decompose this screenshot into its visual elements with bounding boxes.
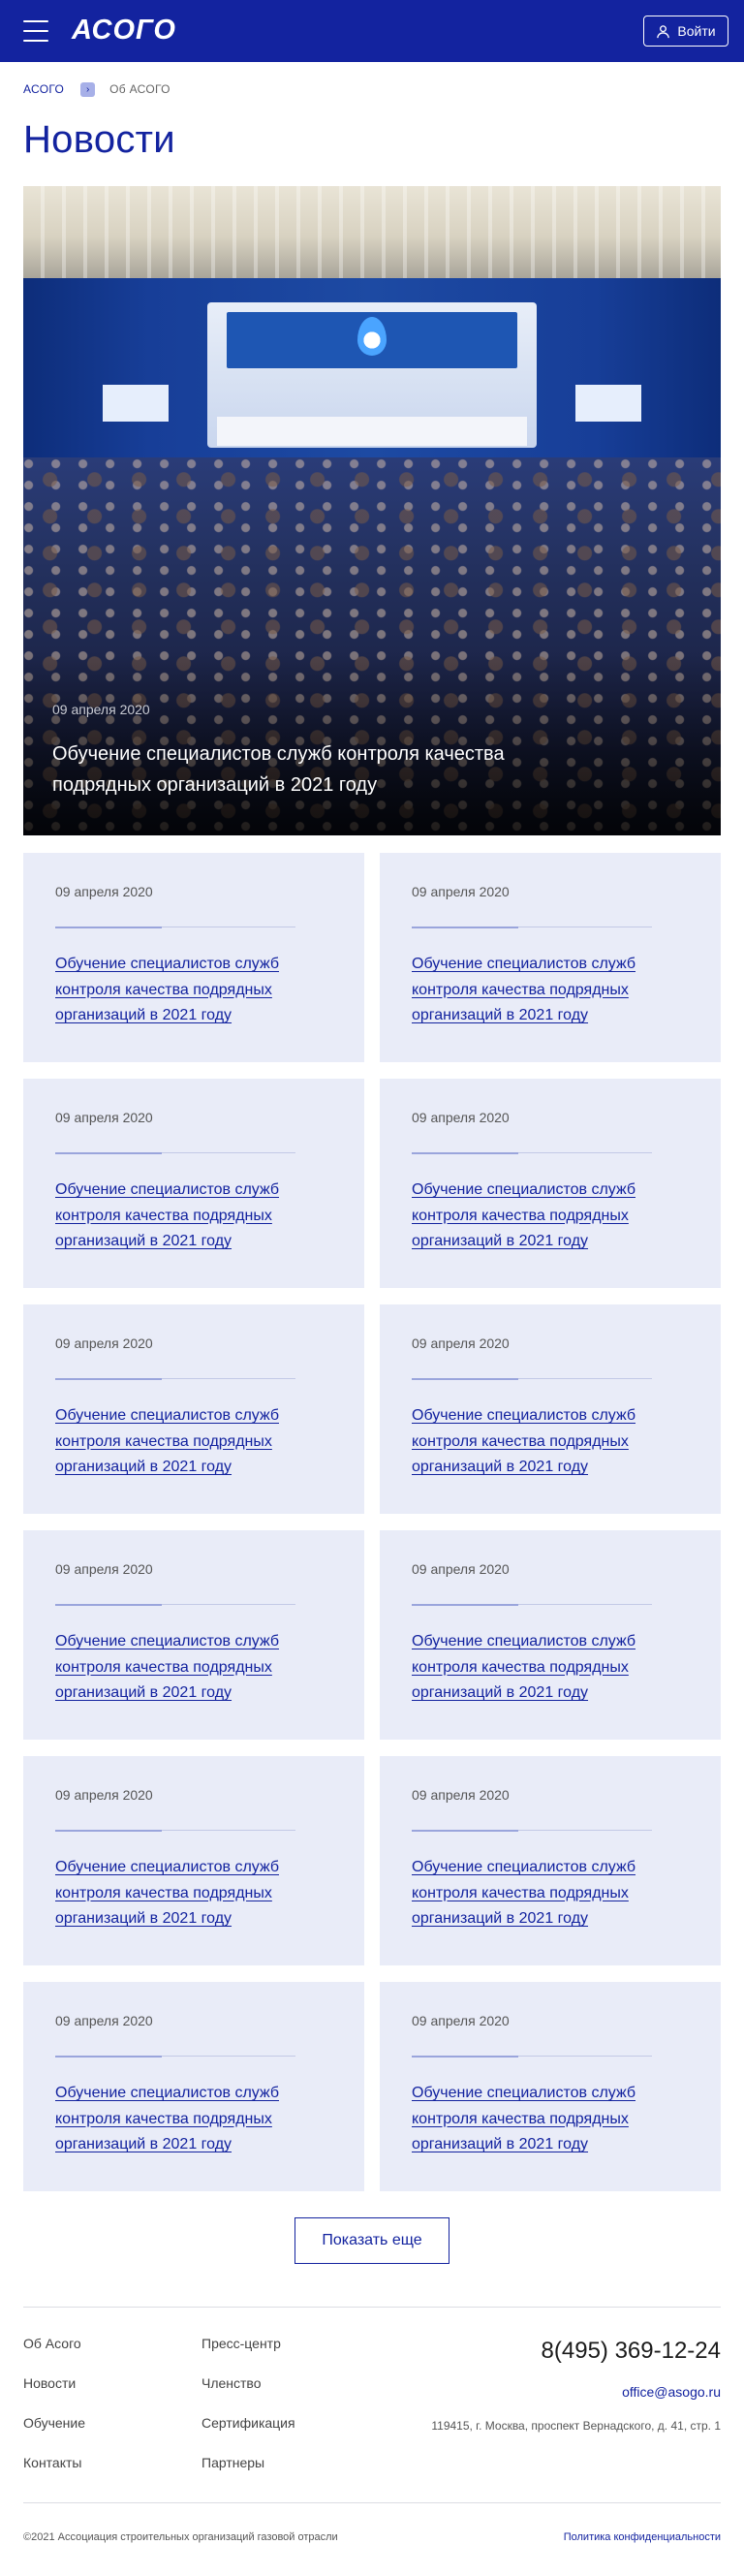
news-divider — [412, 1151, 652, 1154]
news-card[interactable]: 09 апреля 2020 Обучение специалистов служ… — [380, 1530, 721, 1740]
news-divider — [412, 1603, 652, 1606]
breadcrumb-separator-icon: › — [80, 81, 96, 97]
news-date: 09 апреля 2020 — [55, 2013, 153, 2028]
login-label: Войти — [677, 23, 716, 39]
news-divider — [55, 1151, 295, 1154]
news-divider — [55, 1829, 295, 1832]
news-date: 09 апреля 2020 — [55, 1110, 153, 1125]
news-title-link[interactable]: Обучение специалистов служб контроля кач… — [55, 1178, 307, 1255]
privacy-policy-link[interactable]: Политика конфиденциальности — [564, 2531, 721, 2543]
news-date: 09 апреля 2020 — [412, 1561, 510, 1577]
news-title-link[interactable]: Обучение специалистов служб контроля кач… — [55, 1403, 307, 1481]
footer-link-membership[interactable]: Членство — [202, 2373, 295, 2413]
footer-link-news[interactable]: Новости — [23, 2373, 85, 2413]
menu-icon-line — [23, 40, 48, 42]
menu-icon[interactable] — [23, 20, 48, 42]
news-title-link[interactable]: Обучение специалистов служб контроля кач… — [55, 2081, 307, 2158]
news-date: 09 апреля 2020 — [412, 884, 510, 899]
site-header: АСОГО Войти — [0, 0, 744, 62]
hero-image-screen — [575, 385, 641, 422]
news-date: 09 апреля 2020 — [55, 1787, 153, 1803]
footer-link-contacts[interactable]: Контакты — [23, 2453, 85, 2493]
news-title-link[interactable]: Обучение специалистов служб контроля кач… — [412, 1855, 664, 1932]
page-title: Новости — [23, 118, 175, 161]
show-more-button[interactable]: Показать еще — [294, 2217, 450, 2264]
footer-phone[interactable]: 8(495) 369-12-24 — [542, 2338, 721, 2365]
news-date: 09 апреля 2020 — [412, 1110, 510, 1125]
news-title-link[interactable]: Обучение специалистов служб контроля кач… — [412, 952, 664, 1029]
news-title-link[interactable]: Обучение специалистов служб контроля кач… — [412, 1178, 664, 1255]
footer-divider — [23, 2307, 721, 2308]
news-card[interactable]: 09 апреля 2020 Обучение специалистов служ… — [380, 1756, 721, 1965]
footer-email-link[interactable]: office@asogo.ru — [622, 2384, 721, 2400]
news-card[interactable]: 09 апреля 2020 Обучение специалистов служ… — [380, 853, 721, 1062]
news-divider — [55, 1603, 295, 1606]
user-icon — [657, 24, 670, 38]
footer-link-press[interactable]: Пресс-центр — [202, 2334, 295, 2373]
news-divider — [412, 1377, 652, 1380]
news-card[interactable]: 09 апреля 2020 Обучение специалистов служ… — [380, 1079, 721, 1288]
footer-copyright: ©2021 Ассоциация строительных организаци… — [23, 2531, 338, 2543]
news-date: 09 апреля 2020 — [55, 1335, 153, 1351]
news-card[interactable]: 09 апреля 2020 Обучение специалистов служ… — [23, 1530, 364, 1740]
news-card[interactable]: 09 апреля 2020 Обучение специалистов служ… — [23, 1982, 364, 2191]
news-divider — [412, 1829, 652, 1832]
footer-nav-primary: Об Асого Новости Обучение Контакты — [23, 2334, 85, 2493]
hero-image-table — [217, 417, 527, 446]
news-title-link[interactable]: Обучение специалистов служб контроля кач… — [412, 2081, 664, 2158]
menu-icon-line — [23, 20, 48, 22]
news-title-link[interactable]: Обучение специалистов служб контроля кач… — [55, 1855, 307, 1932]
login-button[interactable]: Войти — [643, 16, 728, 47]
news-card[interactable]: 09 апреля 2020 Обучение специалистов служ… — [23, 1304, 364, 1514]
hero-title-link[interactable]: Обучение специалистов служб контроля кач… — [52, 738, 575, 801]
news-date: 09 апреля 2020 — [412, 1335, 510, 1351]
news-title-link[interactable]: Обучение специалистов служб контроля кач… — [55, 952, 307, 1029]
news-divider — [55, 2055, 295, 2058]
breadcrumb-current: Об АСОГО — [109, 82, 170, 96]
news-date: 09 апреля 2020 — [55, 884, 153, 899]
news-card[interactable]: 09 апреля 2020 Обучение специалистов служ… — [380, 1304, 721, 1514]
hero-date: 09 апреля 2020 — [52, 702, 150, 717]
news-card[interactable]: 09 апреля 2020 Обучение специалистов служ… — [23, 1079, 364, 1288]
news-title-link[interactable]: Обучение специалистов служб контроля кач… — [412, 1403, 664, 1481]
news-title-link[interactable]: Обучение специалистов служб контроля кач… — [412, 1629, 664, 1707]
news-card[interactable]: 09 апреля 2020 Обучение специалистов служ… — [23, 853, 364, 1062]
news-title-link[interactable]: Обучение специалистов служб контроля кач… — [55, 1629, 307, 1707]
site-logo[interactable]: АСОГО — [72, 15, 176, 47]
footer-link-partners[interactable]: Партнеры — [202, 2453, 295, 2493]
news-divider — [55, 1377, 295, 1380]
footer-link-certification[interactable]: Сертификация — [202, 2413, 295, 2453]
news-date: 09 апреля 2020 — [412, 2013, 510, 2028]
hero-news[interactable]: 09 апреля 2020 Обучение специалистов слу… — [23, 186, 721, 835]
hero-image-screen — [103, 385, 169, 422]
footer-address: 119415, г. Москва, проспект Вернадского,… — [431, 2419, 721, 2433]
news-date: 09 апреля 2020 — [412, 1787, 510, 1803]
hero-image-lights — [23, 186, 721, 278]
breadcrumb: АСОГО › Об АСОГО — [23, 79, 170, 99]
footer-nav-secondary: Пресс-центр Членство Сертификация Партне… — [202, 2334, 295, 2493]
footer-divider — [23, 2502, 721, 2503]
news-date: 09 апреля 2020 — [55, 1561, 153, 1577]
footer-link-about[interactable]: Об Асого — [23, 2334, 85, 2373]
news-divider — [412, 2055, 652, 2058]
breadcrumb-home-link[interactable]: АСОГО — [23, 82, 64, 96]
hero-image-logo — [357, 317, 387, 356]
news-card[interactable]: 09 апреля 2020 Обучение специалистов служ… — [23, 1756, 364, 1965]
menu-icon-line — [23, 30, 48, 32]
footer-link-training[interactable]: Обучение — [23, 2413, 85, 2453]
news-grid: 09 апреля 2020 Обучение специалистов служ… — [23, 853, 721, 2191]
news-card[interactable]: 09 апреля 2020 Обучение специалистов служ… — [380, 1982, 721, 2191]
